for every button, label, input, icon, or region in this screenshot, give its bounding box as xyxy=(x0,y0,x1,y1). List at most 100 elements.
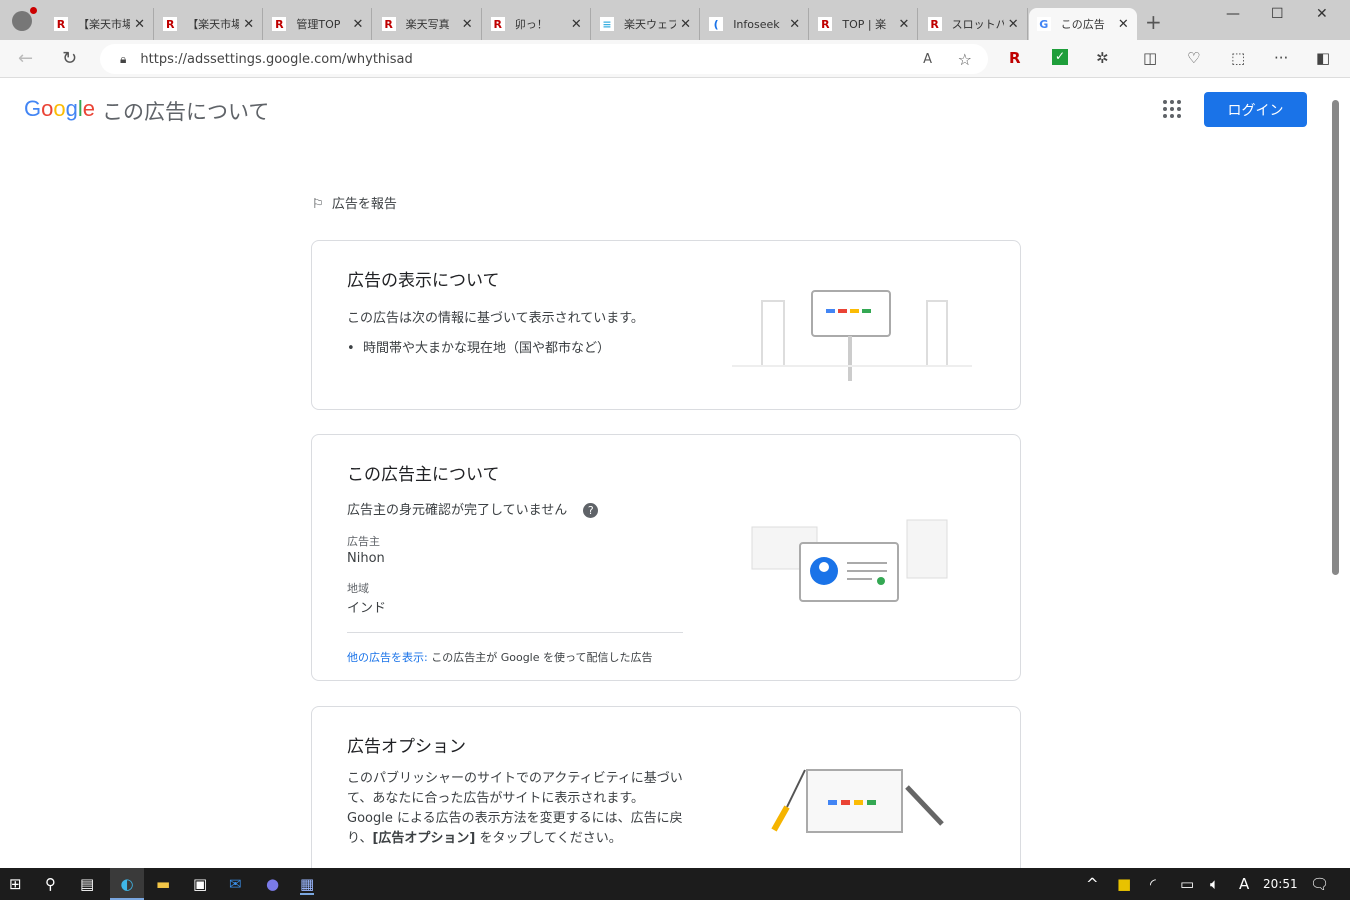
apps-grid-icon[interactable] xyxy=(1163,100,1181,118)
card-description: この広告は次の情報に基づいて表示されています。 xyxy=(347,311,644,326)
scrollbar-thumb[interactable] xyxy=(1332,100,1339,575)
health-icon[interactable]: ♡ xyxy=(1187,49,1200,67)
tab-title: Infoseek xyxy=(733,17,780,31)
page-content: Google この広告について ログイン ⚐ 広告を報告 広告の表示について こ… xyxy=(0,78,1328,868)
tab[interactable]: R 楽天写真 ✕ xyxy=(374,8,482,40)
billboard-illustration xyxy=(732,290,972,381)
volume-icon[interactable]: 🔈︎ xyxy=(1210,875,1219,893)
clock[interactable]: 20:51 xyxy=(1263,877,1298,891)
file-explorer-icon[interactable]: ▬ xyxy=(156,875,170,893)
region-label: 地域 xyxy=(347,582,369,595)
back-button[interactable]: ← xyxy=(18,48,33,69)
refresh-button[interactable]: ↻ xyxy=(62,48,77,69)
tab[interactable]: R 管理TOP ✕ xyxy=(264,8,373,40)
tab-title: 卯っ！ xyxy=(514,18,548,31)
close-tab-icon[interactable]: ✕ xyxy=(462,17,473,32)
profile-avatar[interactable] xyxy=(12,7,37,31)
ad-display-card: 広告の表示について この広告は次の情報に基づいて表示されています。 • 時間帯や… xyxy=(311,240,1021,410)
rakuten-icon: R xyxy=(381,17,396,31)
tab-title: 管理TOP xyxy=(296,18,341,31)
start-icon[interactable]: ⊞ xyxy=(9,875,22,893)
battery-icon[interactable]: ▭ xyxy=(1180,875,1194,893)
media-app-icon[interactable]: ● xyxy=(266,875,279,893)
rakuten-icon: R xyxy=(818,17,833,31)
new-tab-button[interactable]: + xyxy=(1145,10,1162,34)
rakuten-icon: R xyxy=(927,17,942,31)
tab[interactable]: R スロットパ ✕ xyxy=(920,8,1028,40)
rakuten-extension-icon[interactable]: R xyxy=(1009,49,1021,67)
verification-status: 広告主の身元確認が完了していません? xyxy=(347,499,599,518)
rakuten-icon: R xyxy=(163,17,178,31)
help-icon[interactable]: ? xyxy=(583,503,599,518)
card-description: このパブリッシャーのサイトでのアクティビティに基づいて、あなたに合った広告がサイ… xyxy=(347,771,683,846)
close-tab-icon[interactable]: ✕ xyxy=(243,17,254,32)
tab[interactable]: R 【楽天市場】✕ xyxy=(46,8,154,40)
tab-title: 【楽天市場】 xyxy=(187,18,240,31)
close-tab-icon[interactable]: ✕ xyxy=(789,17,800,32)
close-tab-icon[interactable]: ✕ xyxy=(352,17,363,32)
flag-icon: ⚐ xyxy=(312,197,324,212)
notification-icon[interactable]: 🗨︎ xyxy=(1310,875,1329,893)
close-tab-icon[interactable]: ✕ xyxy=(134,17,145,32)
address-bar[interactable]: 🔒︎ https://adssettings.google.com/whythi… xyxy=(100,44,988,74)
read-aloud-icon[interactable]: A xyxy=(923,52,932,67)
close-tab-icon[interactable]: ✕ xyxy=(571,17,582,32)
infoseek-icon: ( xyxy=(709,17,724,31)
tab-title: 【楽天市場】 xyxy=(78,18,131,31)
close-tab-icon[interactable]: ✕ xyxy=(1118,17,1129,32)
tab-title: スロットパ xyxy=(951,18,1004,31)
close-tab-icon[interactable]: ✕ xyxy=(898,17,909,32)
tab[interactable]: R 【楽天市場】✕ xyxy=(155,8,264,40)
ad-options-card: 広告オプション このパブリッシャーのサイトでのアクティビティに基づいて、あなたに… xyxy=(311,706,1021,868)
check-extension-icon[interactable]: ✓ xyxy=(1052,49,1068,65)
vertical-scrollbar[interactable] xyxy=(1328,78,1344,868)
lock-icon[interactable]: 🔒︎ xyxy=(120,52,126,67)
url-text[interactable]: https://adssettings.google.com/whythisad xyxy=(140,52,412,67)
tab[interactable]: R TOP | 楽 ✕ xyxy=(810,8,919,40)
rakuten-web-icon: ≡ xyxy=(600,17,614,31)
tab-title: この広告 xyxy=(1060,18,1105,31)
minimize-button[interactable]: — xyxy=(1226,6,1240,22)
ime-indicator[interactable]: A xyxy=(1239,875,1249,893)
advertiser-label: 広告主 xyxy=(347,535,380,548)
tray-app-icon[interactable]: ■ xyxy=(1117,875,1131,893)
tab[interactable]: R 卯っ！ ✕ xyxy=(483,8,591,40)
google-logo[interactable]: Google xyxy=(24,96,95,122)
favorite-star-icon[interactable]: ☆ xyxy=(958,50,972,69)
store-icon[interactable]: ▣ xyxy=(193,875,207,893)
close-tab-icon[interactable]: ✕ xyxy=(1008,17,1019,32)
close-window-button[interactable]: ✕ xyxy=(1316,6,1328,22)
split-screen-icon[interactable]: ◫ xyxy=(1143,49,1157,67)
close-tab-icon[interactable]: ✕ xyxy=(680,17,691,32)
bullet-item: • 時間帯や大まかな現在地（国や都市など） xyxy=(347,341,610,356)
task-view-icon[interactable]: ▤ xyxy=(80,875,94,893)
rakuten-icon: R xyxy=(490,17,505,31)
rakuten-icon: R xyxy=(54,17,68,31)
edge-icon[interactable]: ◐ xyxy=(110,868,144,900)
tab[interactable]: ( Infoseek ✕ xyxy=(701,8,810,40)
advertiser-illustration xyxy=(751,519,948,602)
screenshot-icon[interactable]: ⬚ xyxy=(1231,49,1245,67)
login-button[interactable]: ログイン xyxy=(1204,92,1307,127)
tab[interactable]: G この広告 ✕ xyxy=(1028,8,1137,40)
see-more-ads-link[interactable]: 他の広告を表示: xyxy=(347,651,428,664)
maximize-button[interactable]: ☐ xyxy=(1271,6,1284,22)
more-menu-icon[interactable]: ··· xyxy=(1274,49,1288,67)
tab-title: TOP | 楽 xyxy=(842,18,887,31)
rakuten-icon: R xyxy=(272,17,287,31)
extensions-icon[interactable]: ✲ xyxy=(1096,49,1109,67)
mail-icon[interactable]: ✉ xyxy=(229,875,242,893)
app-icon[interactable]: ▦ xyxy=(300,875,315,895)
show-hidden-icons[interactable]: ^ xyxy=(1086,875,1099,893)
tab[interactable]: ≡ 楽天ウェブ ✕ xyxy=(592,8,700,40)
advertiser-card: この広告主について 広告主の身元確認が完了していません? 広告主 Nihon 地… xyxy=(311,434,1021,681)
sidebar-icon[interactable]: ◧ xyxy=(1316,49,1330,67)
wifi-icon[interactable]: ◜ xyxy=(1150,875,1156,893)
report-ad-link[interactable]: ⚐ 広告を報告 xyxy=(312,193,397,212)
search-icon[interactable]: ⚲ xyxy=(45,875,56,893)
more-ads-row: 他の広告を表示: この広告主が Google を使って配信した広告 xyxy=(347,651,653,664)
tab-bar: R【楽天市場】✕R【楽天市場】✕R管理TOP✕R楽天写真✕R卯っ！✕≡楽天ウェブ… xyxy=(0,0,1350,40)
taskbar: ⊞ ⚲ ▤ ◐ ▬ ▣ ✉ ● ▦ ^ ■ ◜ ▭ 🔈︎ A 20:51 🗨︎ xyxy=(0,868,1350,900)
card-title: 広告オプション xyxy=(347,737,466,757)
divider xyxy=(347,632,683,633)
